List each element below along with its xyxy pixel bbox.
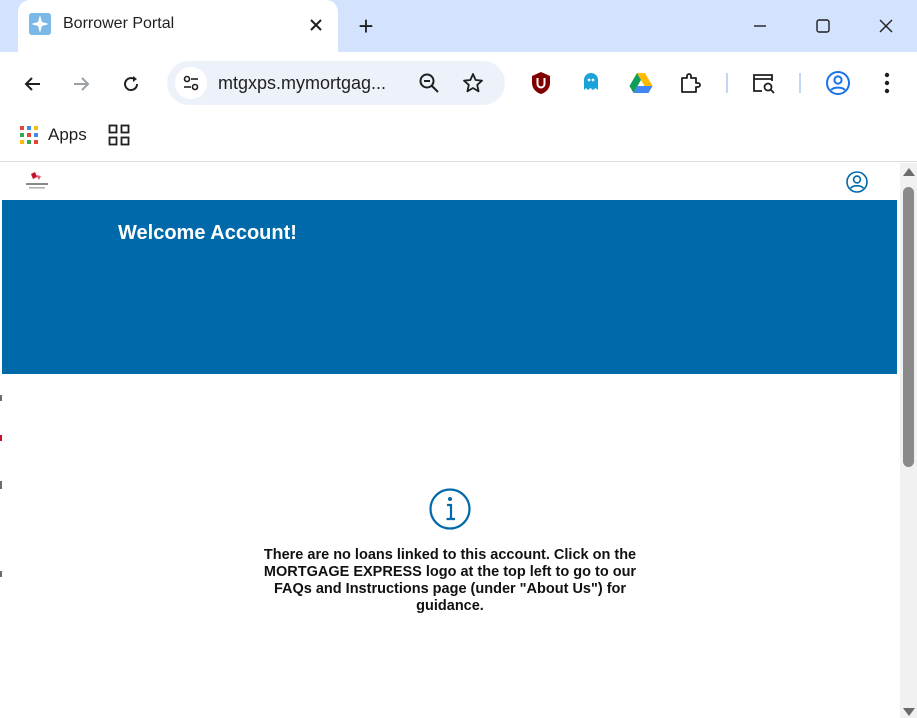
zoom-out-icon[interactable] <box>417 71 441 95</box>
maximize-icon[interactable] <box>809 12 837 40</box>
ublock-shield-icon[interactable] <box>528 70 554 96</box>
browser-toolbar: mtgxps.mymortgag... 2 <box>0 52 917 154</box>
google-drive-icon[interactable] <box>628 70 654 96</box>
tab-strip: Borrower Portal + <box>0 0 917 52</box>
apps-shortcut[interactable]: Apps <box>20 125 87 145</box>
mortgage-express-logo[interactable] <box>25 172 49 192</box>
tab-groups-icon[interactable] <box>108 124 130 146</box>
scroll-thumb[interactable] <box>903 187 914 467</box>
info-icon <box>429 488 471 530</box>
url-text[interactable]: mtgxps.mymortgag... <box>218 73 386 94</box>
tune-icon[interactable] <box>175 67 207 99</box>
puzzle-icon[interactable] <box>677 70 703 96</box>
edge-mark <box>0 435 2 441</box>
edge-mark <box>0 571 2 577</box>
edge-mark <box>0 395 2 401</box>
close-window-icon[interactable] <box>872 12 900 40</box>
toolbar-separator <box>726 73 728 93</box>
site-header <box>0 163 900 200</box>
reload-icon[interactable] <box>115 68 147 100</box>
edge-mark <box>0 481 2 489</box>
tab-title: Borrower Portal <box>63 15 175 32</box>
apps-label: Apps <box>48 125 87 144</box>
star-icon[interactable] <box>461 71 485 95</box>
back-arrow-icon[interactable] <box>17 68 49 100</box>
scroll-up-arrow-icon[interactable] <box>903 168 915 176</box>
toolbar-separator <box>799 73 801 93</box>
profile-icon[interactable] <box>825 70 851 96</box>
star-favicon-icon <box>29 13 51 35</box>
apps-grid-icon <box>20 126 38 144</box>
no-loans-message: There are no loans linked to this accoun… <box>263 547 637 614</box>
welcome-heading: Welcome Account! <box>118 222 297 244</box>
close-tab-icon[interactable] <box>305 14 327 36</box>
page-scrollbar[interactable] <box>900 163 917 718</box>
minimize-icon[interactable] <box>746 12 774 40</box>
scroll-down-arrow-icon[interactable] <box>903 708 915 716</box>
page-content: Welcome Account! There are no loans link… <box>0 163 900 718</box>
forward-arrow-icon[interactable] <box>65 68 97 100</box>
bookmarks-bar: Apps <box>0 114 917 162</box>
new-tab-button[interactable]: + <box>352 11 380 41</box>
welcome-banner: Welcome Account! <box>2 200 897 374</box>
more-vert-icon[interactable] <box>874 70 900 96</box>
address-bar[interactable]: mtgxps.mymortgag... <box>167 61 505 105</box>
tab-search-icon[interactable] <box>751 70 777 96</box>
user-account-icon[interactable] <box>845 170 869 194</box>
browser-tab[interactable]: Borrower Portal <box>18 0 338 52</box>
ghost-icon[interactable] <box>580 70 606 96</box>
